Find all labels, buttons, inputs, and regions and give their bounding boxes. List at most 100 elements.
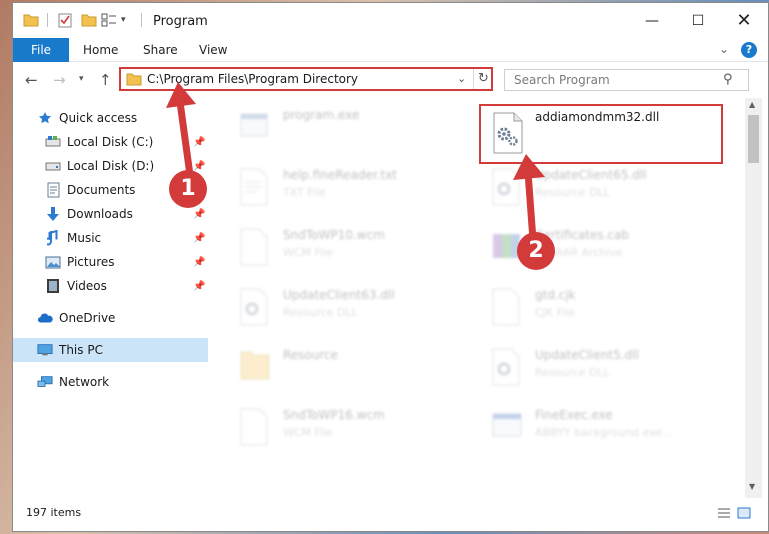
sidebar-item-label: This PC xyxy=(59,343,103,357)
scroll-up-arrow-icon[interactable]: ▲ xyxy=(749,100,755,109)
file-type: TXT File xyxy=(283,186,326,199)
blank-file-icon xyxy=(491,288,525,330)
vertical-scrollbar[interactable]: ▲ ▼ xyxy=(745,98,762,498)
address-path[interactable]: C:\Program Files\Program Directory xyxy=(147,72,358,86)
file-item-addiamondmm32-dll[interactable]: addiamondmm32.dll xyxy=(479,104,723,164)
sidebar-item-label: Pictures xyxy=(67,255,115,269)
file-item[interactable]: UpdateClient5.dll Resource DLL xyxy=(481,342,721,398)
recent-locations-chevron-icon[interactable]: ▾ xyxy=(79,74,84,84)
file-item[interactable]: UpdateClient63.dll Resource DLL xyxy=(229,282,469,338)
sidebar-item-label: Local Disk (D:) xyxy=(67,159,155,173)
blank-file-icon xyxy=(239,408,273,450)
details-view-icon[interactable] xyxy=(717,507,731,519)
minimize-button[interactable]: — xyxy=(639,9,665,33)
help-icon[interactable]: ? xyxy=(741,42,757,58)
search-box[interactable]: Search Program ⚲ xyxy=(504,69,749,91)
navigation-bar: ← → ▾ ↑ C:\Program Files\Program Directo… xyxy=(13,62,768,96)
file-item[interactable]: gtd.cjk CJK File xyxy=(481,282,721,338)
file-name: FineExec.exe xyxy=(535,408,613,422)
sidebar-item-onedrive[interactable]: OneDrive xyxy=(13,306,208,330)
file-name: help.fineReader.txt xyxy=(283,168,397,182)
search-input[interactable]: Search Program xyxy=(514,73,610,87)
cloud-icon xyxy=(37,310,53,326)
file-type: ABBYY background exe... xyxy=(535,426,673,439)
file-name: UpdateClient63.dll xyxy=(283,288,395,302)
sidebar-item-music[interactable]: Music 📌 xyxy=(13,226,208,250)
window-title: Program xyxy=(153,14,208,29)
ribbon: File Home Share View ⌄ ? xyxy=(13,38,768,62)
quick-access-dropdown-icon[interactable]: ▾ xyxy=(121,15,126,25)
text-file-icon xyxy=(239,168,273,210)
up-arrow-icon[interactable]: ↑ xyxy=(99,71,112,89)
sidebar-item-local-disk-c[interactable]: Local Disk (C:) 📌 xyxy=(13,130,208,154)
sidebar-item-label: OneDrive xyxy=(59,311,116,325)
tab-home[interactable]: Home xyxy=(69,38,132,62)
sidebar-item-label: Music xyxy=(67,231,102,245)
sidebar-item-network[interactable]: Network xyxy=(13,370,208,394)
maximize-button[interactable]: ☐ xyxy=(685,9,711,33)
properties-check-icon[interactable] xyxy=(57,12,73,28)
scroll-down-arrow-icon[interactable]: ▼ xyxy=(749,482,755,491)
customize-icon[interactable] xyxy=(101,12,117,28)
sidebar-item-label: Local Disk (C:) xyxy=(67,135,154,149)
documents-icon xyxy=(45,182,61,198)
sidebar-item-label: Network xyxy=(59,375,110,389)
pin-icon[interactable]: 📌 xyxy=(193,209,205,220)
sidebar-item-label: Downloads xyxy=(67,207,133,221)
file-name: Resource xyxy=(283,348,339,362)
search-icon[interactable]: ⚲ xyxy=(723,72,733,87)
file-item[interactable]: SndToWP10.wcm WCM File xyxy=(229,222,469,278)
new-folder-icon[interactable] xyxy=(81,12,97,28)
file-name: program.exe xyxy=(283,108,360,122)
pin-icon[interactable]: 📌 xyxy=(193,137,205,148)
pin-icon[interactable]: 📌 xyxy=(193,233,205,244)
application-icon xyxy=(491,408,525,450)
address-dropdown-chevron-icon[interactable]: ⌄ xyxy=(457,72,466,85)
file-name: addiamondmm32.dll xyxy=(535,110,660,124)
status-bar: 197 items xyxy=(13,498,768,531)
file-name: SndToWP16.wcm xyxy=(283,408,385,422)
blank-file-icon xyxy=(239,228,273,270)
file-type: WCM File xyxy=(283,246,333,259)
sidebar-item-videos[interactable]: Videos 📌 xyxy=(13,274,208,298)
file-item[interactable]: UpdateClient65.dll Resource DLL xyxy=(481,162,721,218)
file-explorer-window: ▾ Program — ☐ ✕ File Home Share View ⌄ ?… xyxy=(12,2,769,532)
refresh-icon[interactable]: ↻ xyxy=(473,69,493,89)
sidebar-item-pictures[interactable]: Pictures 📌 xyxy=(13,250,208,274)
item-count: 197 items xyxy=(26,506,82,519)
step-badge-1: 1 xyxy=(169,170,207,208)
file-list: program.exe addiamondmm32.dll help.fineR… xyxy=(209,98,745,498)
tab-view[interactable]: View xyxy=(185,38,241,62)
tab-share[interactable]: Share xyxy=(129,38,192,62)
file-name: UpdateClient65.dll xyxy=(535,168,647,182)
close-button[interactable]: ✕ xyxy=(731,9,757,33)
network-icon xyxy=(37,374,53,390)
tab-file[interactable]: File xyxy=(13,38,69,62)
application-icon xyxy=(239,108,273,150)
sidebar-item-quick-access[interactable]: Quick access xyxy=(13,106,208,130)
pin-icon[interactable]: 📌 xyxy=(193,257,205,268)
file-item[interactable]: FineExec.exe ABBYY background exe... xyxy=(481,402,721,458)
file-item[interactable]: help.fineReader.txt TXT File xyxy=(229,162,469,218)
file-name: UpdateClient5.dll xyxy=(535,348,639,362)
scroll-thumb[interactable] xyxy=(748,115,759,163)
back-arrow-icon[interactable]: ← xyxy=(25,71,38,89)
pin-icon[interactable]: 📌 xyxy=(193,281,205,292)
expand-ribbon-chevron-icon[interactable]: ⌄ xyxy=(719,42,729,56)
file-type: Resource DLL xyxy=(535,186,610,199)
step-badge-2: 2 xyxy=(517,232,555,270)
file-type: WCM File xyxy=(283,426,333,439)
file-item[interactable]: SndToWP16.wcm WCM File xyxy=(229,402,469,458)
file-name: gtd.cjk xyxy=(535,288,576,302)
address-bar[interactable]: C:\Program Files\Program Directory ⌄ ↻ xyxy=(119,67,493,91)
file-item[interactable]: Resource xyxy=(229,342,469,398)
computer-icon xyxy=(37,342,53,358)
dll-settings-gear-icon xyxy=(239,288,273,330)
sidebar-item-this-pc[interactable]: This PC xyxy=(13,338,208,362)
music-note-icon xyxy=(45,230,61,246)
large-icons-view-icon[interactable] xyxy=(737,507,751,519)
pin-icon[interactable]: 📌 xyxy=(193,161,205,172)
file-type: Resource DLL xyxy=(535,366,610,379)
forward-arrow-icon[interactable]: → xyxy=(53,71,66,89)
file-item[interactable]: program.exe xyxy=(229,102,469,158)
